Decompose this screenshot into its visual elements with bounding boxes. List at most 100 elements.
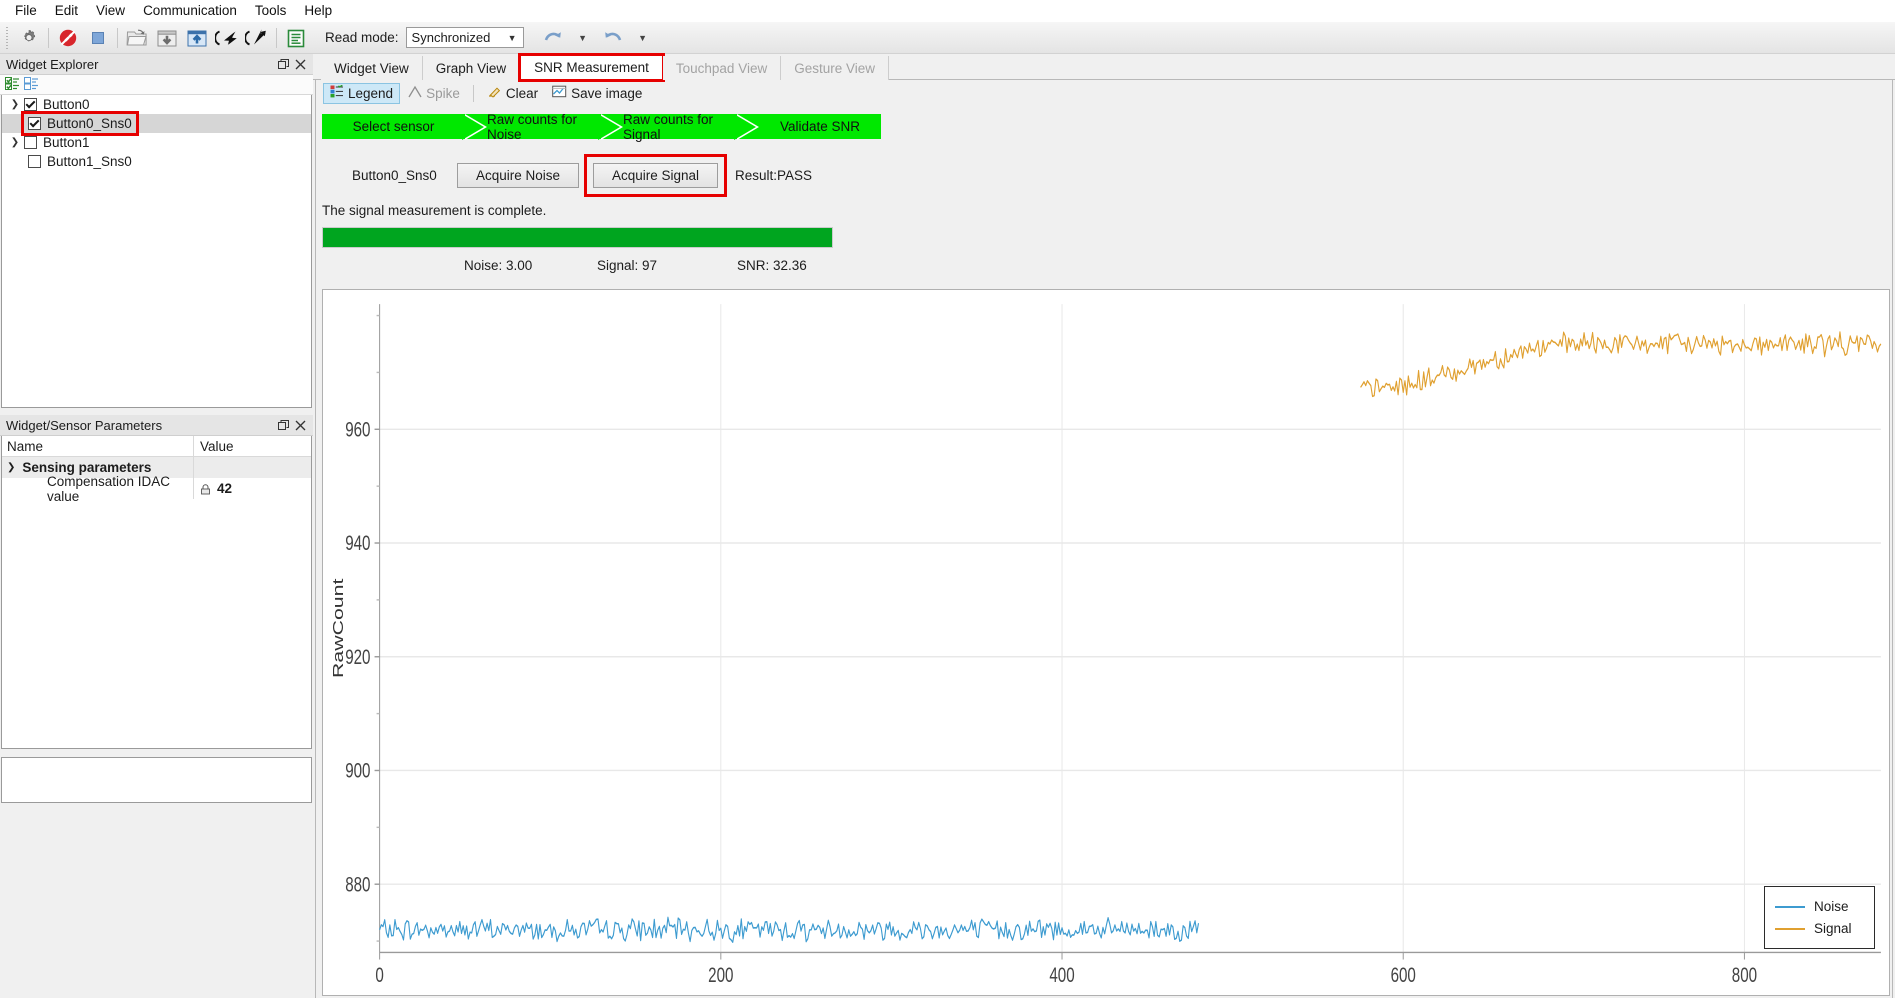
legend-entry-signal: Signal <box>1775 921 1874 936</box>
svg-text:800: 800 <box>1732 963 1757 987</box>
check-all-icon[interactable] <box>5 76 20 93</box>
checkbox-button0-sns0[interactable] <box>28 117 41 130</box>
widget-tree[interactable]: ❯ Button0 Button0_Sns0 ❯ Button1 Button1… <box>1 95 312 408</box>
view-tabbar: Widget View Graph View SNR Measurement T… <box>313 53 1895 82</box>
column-header-value: Value <box>200 438 234 454</box>
tree-item-button1[interactable]: ❯ Button1 <box>2 133 311 152</box>
uncheck-all-icon[interactable] <box>24 76 39 93</box>
lock-icon <box>200 483 211 495</box>
legend-toggle-button[interactable]: Legend <box>323 82 401 104</box>
read-from-device-icon[interactable] <box>152 24 182 52</box>
undo-redo-group: ▼ ▼ <box>538 24 658 52</box>
metric-signal-label: Signal: <box>597 258 639 273</box>
widget-params-table[interactable]: Name Value ❯ Sensing parameters Compensa… <box>1 436 312 749</box>
menu-item-file[interactable]: File <box>6 1 46 20</box>
acquire-noise-button[interactable]: Acquire Noise <box>457 162 580 188</box>
clear-button[interactable]: Clear <box>481 83 544 104</box>
widget-sensor-parameters-panel: Widget/Sensor Parameters Name Value ❯ Se… <box>0 415 313 750</box>
acquire-signal-button[interactable]: Acquire Signal <box>593 162 719 188</box>
undo-icon[interactable] <box>538 24 568 52</box>
widget-params-title: Widget/Sensor Parameters <box>6 417 163 433</box>
import-icon[interactable] <box>212 24 242 52</box>
chevron-down-icon[interactable]: ❯ <box>6 137 24 148</box>
float-panel-icon[interactable] <box>275 56 292 73</box>
table-row[interactable]: Compensation IDAC value 42 <box>2 474 311 504</box>
wizard-step-select-sensor[interactable]: Select sensor <box>322 114 465 139</box>
wizard-step-raw-counts-signal[interactable]: Raw counts for Signal <box>623 112 737 142</box>
save-image-button[interactable]: Save image <box>546 83 648 104</box>
toolbar-separator-3 <box>276 27 277 48</box>
widget-params-header: Widget/Sensor Parameters <box>0 415 313 436</box>
right-content-column: Widget View Graph View SNR Measurement T… <box>313 53 1895 998</box>
tree-item-label: Button0 <box>43 97 90 112</box>
redo-icon[interactable] <box>598 24 628 52</box>
metric-signal: Signal: 97 <box>597 258 657 273</box>
read-mode-select[interactable]: Synchronized ▼ <box>405 27 524 48</box>
gear-icon[interactable] <box>14 24 44 52</box>
acquire-noise-wrapper: Acquire Noise <box>457 162 580 188</box>
close-panel-icon[interactable] <box>292 56 309 73</box>
metric-snr: SNR: 32.36 <box>737 258 807 273</box>
left-bottom-blank-panel <box>1 757 312 803</box>
undo-dropdown-icon[interactable]: ▼ <box>568 24 598 52</box>
main-toolbar: Read mode: Synchronized ▼ ▼ ▼ <box>0 22 1895 54</box>
measurement-progress-bar <box>322 227 833 248</box>
float-panel-icon[interactable] <box>275 417 292 434</box>
tree-item-button1-sns0[interactable]: Button1_Sns0 <box>2 152 311 171</box>
progress-fill <box>323 228 832 247</box>
redo-dropdown-icon[interactable]: ▼ <box>628 24 658 52</box>
tab-gesture-view[interactable]: Gesture View <box>781 56 890 80</box>
tree-item-label: Button0_Sns0 <box>47 116 132 131</box>
checkbox-button1-sns0[interactable] <box>28 155 41 168</box>
menu-item-tools[interactable]: Tools <box>246 1 296 20</box>
toolbar-separator <box>472 84 474 102</box>
main-area: Widget Explorer ❯ Button0 Button0_Sns0 ❯… <box>0 53 1895 998</box>
menu-item-communication[interactable]: Communication <box>134 1 246 20</box>
param-value: 42 <box>217 481 233 496</box>
toolbar-separator-1 <box>48 27 49 48</box>
rawcount-chart[interactable]: 880 900 920 940 960 0 200 400 600 800 RawCount Noi… <box>322 289 1890 996</box>
tree-item-button0[interactable]: ❯ Button0 <box>2 95 311 114</box>
menu-item-help[interactable]: Help <box>295 1 341 20</box>
write-to-device-icon[interactable] <box>182 24 212 52</box>
param-value-cell[interactable]: 42 <box>194 481 311 496</box>
wizard-step-validate-snr[interactable]: Validate SNR <box>759 114 881 139</box>
wizard-step-raw-counts-noise[interactable]: Raw counts for Noise <box>487 112 601 142</box>
tab-touchpad-view[interactable]: Touchpad View <box>662 56 782 80</box>
tab-graph-view[interactable]: Graph View <box>422 56 521 80</box>
checkbox-button0[interactable] <box>24 98 37 111</box>
legend-toggle-label: Legend <box>348 85 394 101</box>
open-file-icon[interactable] <box>122 24 152 52</box>
spike-toggle-button[interactable]: Spike <box>402 83 466 104</box>
stop-icon[interactable] <box>83 24 113 52</box>
save-image-icon <box>552 85 567 101</box>
svg-text:200: 200 <box>708 963 733 987</box>
eraser-icon <box>487 85 502 101</box>
tree-item-label: Button1_Sns0 <box>47 154 132 169</box>
chevron-down-icon[interactable]: ❯ <box>7 462 15 473</box>
svg-text:400: 400 <box>1049 963 1074 987</box>
toolbar-grip[interactable] <box>4 26 11 49</box>
menu-item-view[interactable]: View <box>87 1 134 20</box>
chevron-down-icon: ▼ <box>507 32 517 43</box>
widget-explorer-header: Widget Explorer <box>0 54 313 75</box>
tree-item-button0-sns0[interactable]: Button0_Sns0 <box>2 111 311 136</box>
read-mode-label: Read mode: <box>325 30 399 45</box>
snr-metrics-row: Noise: 3.00 Signal: 97 SNR: 32.36 <box>316 258 1892 280</box>
disconnect-icon[interactable] <box>53 24 83 52</box>
menu-item-edit[interactable]: Edit <box>46 1 87 20</box>
acquire-controls-row: Button0_Sns0 Acquire Noise Acquire Signa… <box>316 153 1892 197</box>
chevron-down-icon[interactable]: ❯ <box>6 99 24 110</box>
log-icon[interactable] <box>281 24 311 52</box>
tab-widget-view[interactable]: Widget View <box>321 56 423 80</box>
checkbox-button1[interactable] <box>24 136 37 149</box>
widget-explorer-mini-toolbar <box>0 75 313 95</box>
close-panel-icon[interactable] <box>292 417 309 434</box>
legend-label-signal: Signal <box>1814 921 1852 936</box>
table-header-row: Name Value <box>2 436 311 457</box>
toolbar-separator-2 <box>117 27 118 48</box>
legend-label-noise: Noise <box>1814 899 1849 914</box>
export-icon[interactable] <box>242 24 272 52</box>
tab-snr-measurement[interactable]: SNR Measurement <box>518 53 665 82</box>
metric-noise-label: Noise: <box>464 258 503 273</box>
